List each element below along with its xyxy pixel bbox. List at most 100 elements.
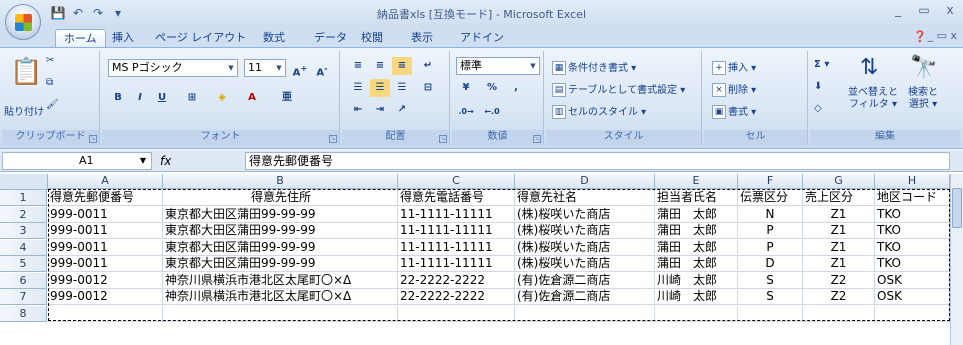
cell-d1[interactable]: 得意先社名 [515,190,655,206]
cell-f7[interactable]: S [738,289,803,305]
align-left-icon[interactable]: ☰ [348,79,368,97]
cell-d2[interactable]: (株)桜咲いた商店 [515,206,655,223]
minimize-button[interactable]: _ [889,3,907,19]
cell-g1[interactable]: 売上区分 [803,190,875,206]
wrap-text-icon[interactable]: ↵ [418,57,438,75]
font-size-combo[interactable]: 11 ▼ [244,59,286,77]
name-box[interactable]: A1 ▼ [2,152,152,170]
paste-button[interactable]: 貼り付け [4,103,44,118]
cell-b4[interactable]: 東京都大田区蒲田99-99-99 [163,239,398,256]
cell-h2[interactable]: TKO [875,206,950,223]
format-painter-icon[interactable]: 🖌 [46,99,59,110]
cell-e4[interactable]: 蒲田 太郎 [655,239,738,256]
orientation-icon[interactable]: ↗ [392,101,412,119]
border-icon[interactable]: ⊞ [182,89,202,107]
align-right-icon[interactable]: ☰ [392,79,412,97]
row-header-3[interactable]: 3 [0,223,47,239]
cell-h1[interactable]: 地区コード [875,190,950,206]
column-header-d[interactable]: D [515,174,655,189]
number-format-combo[interactable]: 標準 ▼ [456,57,540,75]
column-header-b[interactable]: B [163,174,398,189]
fill-color-icon[interactable]: ◈ [212,89,232,107]
tab-insert[interactable]: 挿入 [104,29,142,48]
cell-b2[interactable]: 東京都大田区蒲田99-99-99 [163,206,398,223]
insert-function-icon[interactable]: fx [160,154,171,168]
help-icon[interactable]: ❓ [913,30,927,43]
cell-f6[interactable]: S [738,272,803,289]
row-header-8[interactable]: 8 [0,305,47,322]
tab-formulas[interactable]: 数式 [255,29,293,48]
cell-e2[interactable]: 蒲田 太郎 [655,206,738,223]
row-header-6[interactable]: 6 [0,272,47,289]
find-select-button[interactable]: 検索と 選択 ▾ [908,87,938,111]
sort-filter-button[interactable]: 並べ替えと フィルタ ▾ [848,87,898,111]
cell-f8[interactable] [738,305,803,322]
cell-a3[interactable]: 999-0011 [48,223,163,239]
cell-a8[interactable] [48,305,163,322]
cell-c3[interactable]: 11-1111-11111 [398,223,515,239]
cell-g8[interactable] [803,305,875,322]
alignment-launcher-icon[interactable]: ↘ [439,135,447,143]
align-center-icon[interactable]: ☰ [370,79,390,97]
column-header-e[interactable]: E [655,174,738,189]
font-color-icon[interactable]: A [242,89,262,107]
cell-f3[interactable]: P [738,223,803,239]
cell-g4[interactable]: Z1 [803,239,875,256]
cell-a1[interactable]: 得意先郵便番号 [48,190,163,206]
cell-a4[interactable]: 999-0011 [48,239,163,256]
cell-g3[interactable]: Z1 [803,223,875,239]
cell-g5[interactable]: Z1 [803,256,875,272]
grow-font-icon[interactable]: A+ [290,59,310,78]
font-name-combo[interactable]: MS Pゴシック ▼ [108,59,238,77]
insert-button[interactable]: + 挿入 ▾ [712,59,756,75]
cell-b7[interactable]: 神奈川県横浜市港北区太尾町〇×Δ [163,289,398,305]
increase-indent-icon[interactable]: ⇥ [370,101,390,119]
cell-h3[interactable]: TKO [875,223,950,239]
worksheet-grid[interactable]: A B C D E F G H 1 得意先郵便番号 得意先住所 得意先電話番号 得意先社名 担当者氏名 伝票… [0,174,950,345]
cell-h6[interactable]: OSK [875,272,950,289]
decrease-decimal-icon[interactable]: ←.0 [482,103,502,121]
column-header-c[interactable]: C [398,174,515,189]
bold-button[interactable]: B [108,89,128,107]
formula-input[interactable]: 得意先郵便番号 [245,152,950,170]
find-select-icon[interactable]: 🔭 [910,55,937,80]
cell-f5[interactable]: D [738,256,803,272]
decrease-indent-icon[interactable]: ⇤ [348,101,368,119]
column-header-g[interactable]: G [803,174,875,189]
cell-e8[interactable] [655,305,738,322]
align-top-icon[interactable]: ≡ [348,57,368,75]
autosum-button[interactable]: Σ ▾ [814,59,829,70]
tab-home[interactable]: ホーム [55,29,106,48]
cell-e5[interactable]: 蒲田 太郎 [655,256,738,272]
cell-f4[interactable]: P [738,239,803,256]
row-header-4[interactable]: 4 [0,239,47,256]
cell-d4[interactable]: (株)桜咲いた商店 [515,239,655,256]
cell-c4[interactable]: 11-1111-11111 [398,239,515,256]
cell-b6[interactable]: 神奈川県横浜市港北区太尾町〇×Δ [163,272,398,289]
select-all-corner[interactable] [0,174,48,190]
underline-button[interactable]: U [152,89,172,107]
cell-a2[interactable]: 999-0011 [48,206,163,223]
cell-e6[interactable]: 川崎 太郎 [655,272,738,289]
conditional-format-button[interactable]: ▦ 条件付き書式 ▾ [552,59,636,75]
cell-a5[interactable]: 999-0011 [48,256,163,272]
office-button[interactable] [5,4,41,40]
cell-e7[interactable]: 川崎 太郎 [655,289,738,305]
cell-a7[interactable]: 999-0012 [48,289,163,305]
comma-button[interactable]: , [506,79,526,97]
workbook-controls[interactable]: _ ▭ x [928,29,957,42]
cell-d7[interactable]: (有)佐倉源二商店 [515,289,655,305]
cell-c1[interactable]: 得意先電話番号 [398,190,515,206]
cell-h4[interactable]: TKO [875,239,950,256]
percent-button[interactable]: % [482,79,502,97]
cell-h8[interactable] [875,305,950,322]
currency-icon[interactable]: ¥ [456,79,476,97]
cell-f2[interactable]: N [738,206,803,223]
cell-c6[interactable]: 22-2222-2222 [398,272,515,289]
cell-b5[interactable]: 東京都大田区蒲田99-99-99 [163,256,398,272]
column-header-f[interactable]: F [738,174,803,189]
tab-view[interactable]: 表示 [403,29,441,48]
shrink-font-icon[interactable]: A- [312,59,332,78]
sort-filter-icon[interactable]: ⇅ [860,55,878,80]
cell-e3[interactable]: 蒲田 太郎 [655,223,738,239]
